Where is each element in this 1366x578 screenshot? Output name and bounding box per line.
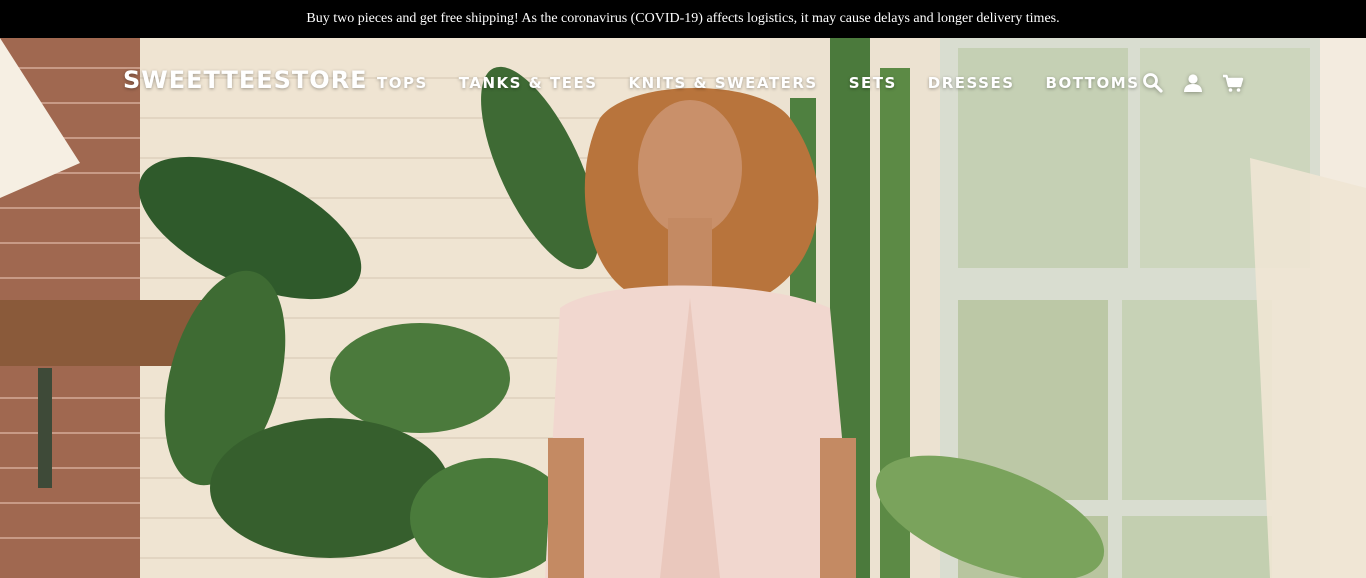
nav-item-sets: SETS	[849, 74, 928, 92]
main-nav: TOPS TANKS & TEES KNITS & SWEATERS SETS …	[377, 74, 1140, 92]
cart-icon[interactable]	[1221, 71, 1245, 95]
nav-link-bottoms[interactable]: BOTTOMS	[1046, 74, 1140, 92]
account-icon[interactable]	[1181, 71, 1205, 95]
nav-item-bottoms: BOTTOMS	[1046, 74, 1140, 92]
nav-link-knits-sweaters[interactable]: KNITS & SWEATERS	[629, 74, 818, 92]
nav-link-tops[interactable]: TOPS	[377, 74, 428, 92]
nav-link-dresses[interactable]: DRESSES	[928, 74, 1015, 92]
store-logo[interactable]: SWEETTEESTORE	[123, 66, 368, 94]
nav-link-tanks-tees[interactable]: TANKS & TEES	[459, 74, 598, 92]
search-icon[interactable]	[1141, 71, 1165, 95]
nav-link-sets[interactable]: SETS	[849, 74, 897, 92]
nav-item-knits-sweaters: KNITS & SWEATERS	[629, 74, 849, 92]
header-icons	[1141, 71, 1245, 95]
announcement-bar: Buy two pieces and get free shipping! As…	[0, 0, 1366, 38]
nav-item-tanks-tees: TANKS & TEES	[459, 74, 629, 92]
nav-item-tops: TOPS	[377, 74, 459, 92]
site-header: SWEETTEESTORE TOPS TANKS & TEES KNITS & …	[0, 38, 1366, 128]
announcement-text: Buy two pieces and get free shipping! As…	[306, 11, 1060, 26]
nav-item-dresses: DRESSES	[928, 74, 1046, 92]
